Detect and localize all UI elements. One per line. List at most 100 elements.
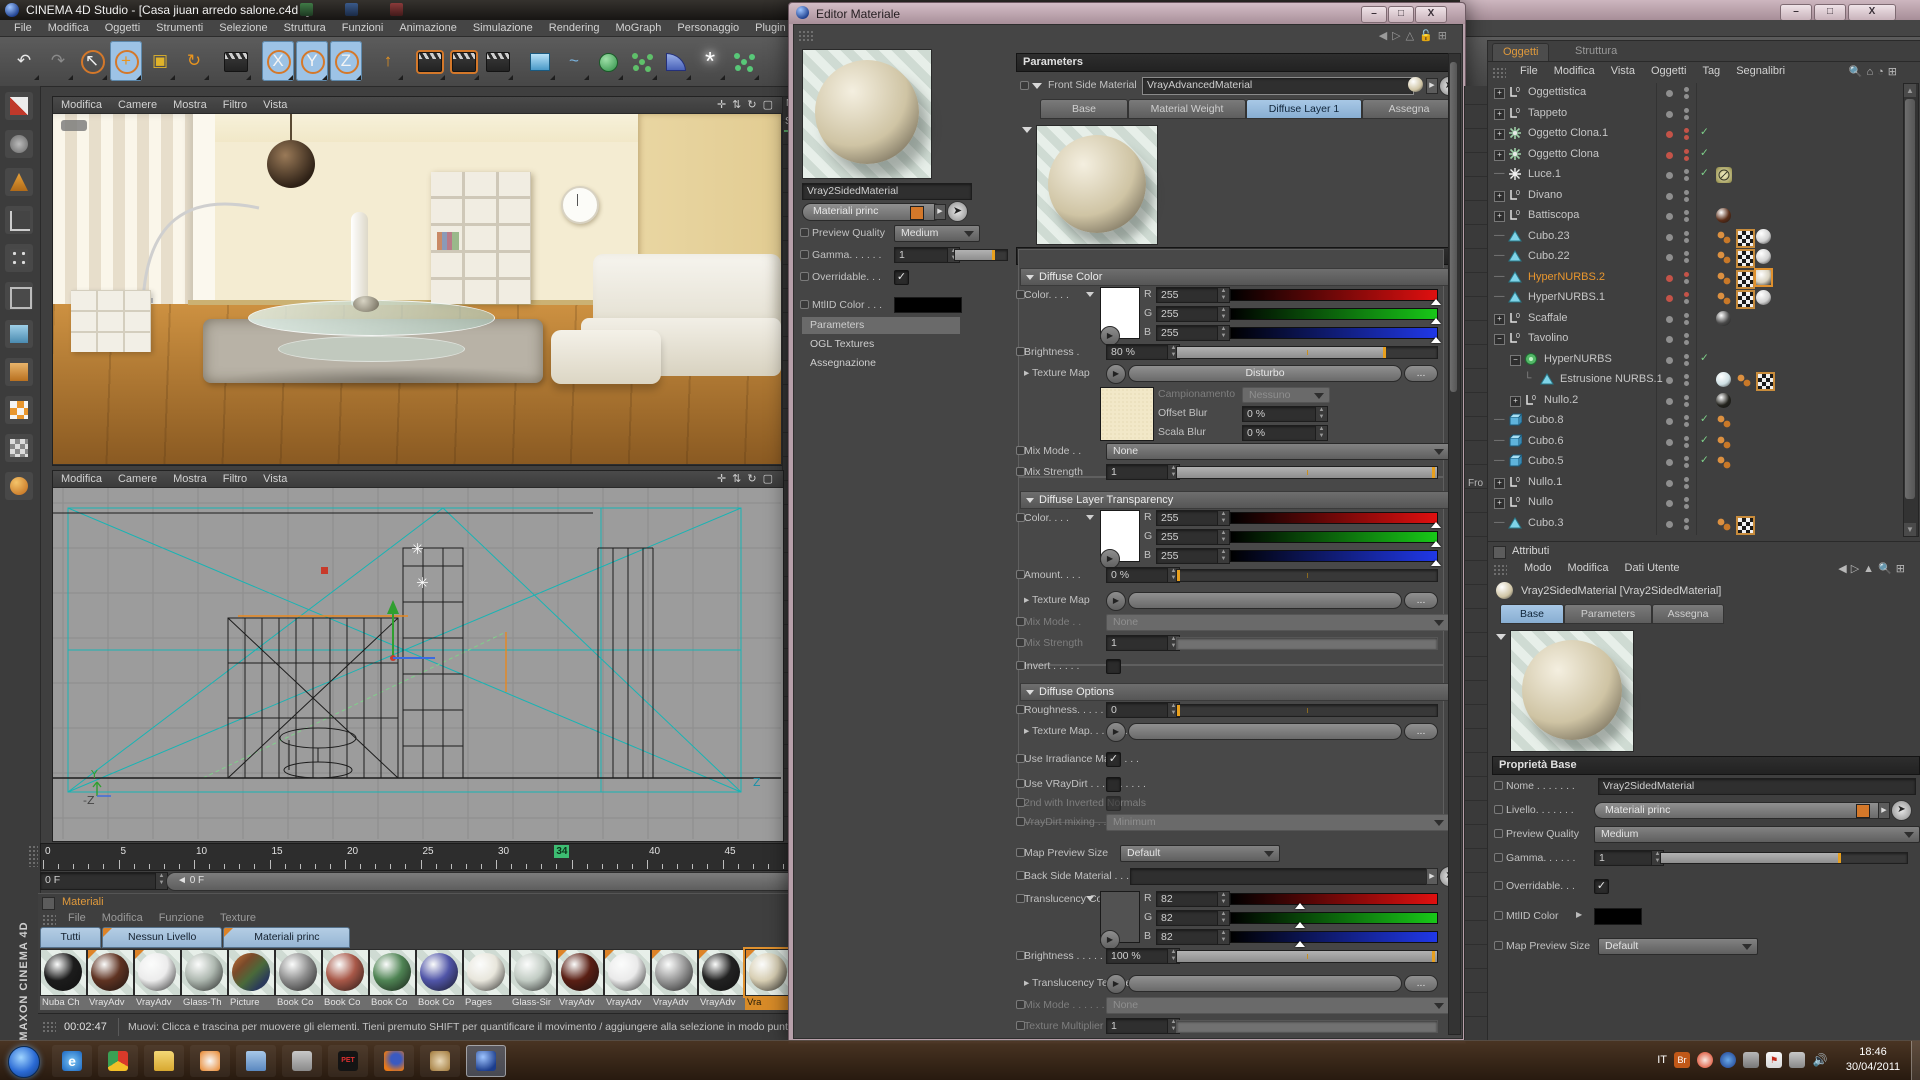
tree-row-tappeto[interactable]: +0Tappeto (1488, 104, 1898, 124)
menu-item-vista[interactable]: Vista (1603, 63, 1643, 79)
toolbar-coord-system-button[interactable]: ↑ (372, 41, 404, 81)
spinner-arrows-icon[interactable]: ▲▼ (1217, 307, 1229, 321)
attr-dropdown-map-preview-size[interactable]: Default (1598, 938, 1758, 955)
attributes-menu-grip[interactable] (1493, 564, 1507, 576)
palette-uvw-mode-button[interactable] (5, 434, 33, 462)
tree-row-nullo-2[interactable]: +0Nullo.2 (1488, 391, 1898, 411)
tree-row-cubo-8[interactable]: —Cubo.8✓ (1488, 411, 1898, 431)
enabled-check-icon[interactable]: ✓ (1700, 434, 1709, 446)
timeline-ruler[interactable]: 051015202530404534 (40, 843, 794, 871)
visibility-dot-bottom[interactable] (1684, 94, 1689, 99)
editor-tab-assegna[interactable]: Assegna (1362, 99, 1456, 119)
tray-flash-icon[interactable] (1720, 1052, 1736, 1068)
tree-row-oggettistica[interactable]: +0Oggettistica (1488, 83, 1898, 103)
visibility-dot-bottom[interactable] (1684, 176, 1689, 181)
show-desktop-button[interactable] (1911, 1041, 1920, 1080)
tree-row-hypernurbs-2[interactable]: —HyperNURBS.2 (1488, 268, 1898, 288)
attributes-tab-parameters[interactable]: Parameters (1564, 604, 1652, 624)
attr-field-nome[interactable]: Vray2SidedMaterial (1598, 778, 1916, 795)
main-close-button[interactable]: X (1848, 4, 1896, 21)
taskbar-app-folder-blue[interactable] (236, 1045, 276, 1077)
visibility-dot-top[interactable] (1684, 210, 1689, 215)
menu-item-strumenti[interactable]: Strumenti (148, 20, 211, 36)
materials-menu-grip[interactable] (42, 914, 56, 926)
value-field-texture-multiplier[interactable]: 1▲▼ (1106, 1018, 1180, 1034)
tree-row-hypernurbs[interactable]: −HyperNURBS✓ (1488, 350, 1898, 370)
texture-expand-button[interactable]: ▶ (1106, 974, 1126, 994)
taskbar-app-cinema4d[interactable] (466, 1045, 506, 1077)
toolbar-lock-z-button[interactable]: Z (330, 41, 362, 81)
visibility-dot-bottom[interactable] (1684, 463, 1689, 468)
texture-name-texture-map[interactable] (1128, 592, 1402, 609)
channel-field-R[interactable]: 82▲▼ (1156, 891, 1230, 907)
visibility-dot-top[interactable] (1684, 128, 1689, 133)
overridable-checkbox[interactable]: ✓ (894, 270, 909, 285)
menu-item-file[interactable]: File (1512, 63, 1546, 79)
phong-tag-icon[interactable] (1736, 372, 1752, 388)
collapse-triangle-icon[interactable] (1086, 515, 1094, 520)
menu-item-dati-utente[interactable]: Dati Utente (1617, 560, 1688, 576)
visibility-dot-bottom[interactable] (1684, 320, 1689, 325)
main-maximize-button[interactable]: □ (1814, 4, 1846, 21)
dropdown-map-preview-size[interactable]: Default (1120, 845, 1280, 862)
texture-browse-button[interactable]: ... (1404, 592, 1438, 609)
uvw-tag-icon[interactable] (1736, 270, 1755, 289)
tree-expander-icon[interactable]: + (1494, 150, 1505, 161)
material-thumb[interactable] (322, 949, 369, 996)
material-tag-icon[interactable] (1756, 229, 1771, 244)
menu-item-oggetti[interactable]: Oggetti (1643, 63, 1694, 79)
texture-name-texture-map[interactable] (1128, 723, 1402, 740)
timeline-grip[interactable] (28, 845, 38, 867)
collapse-triangle-icon[interactable] (1086, 896, 1094, 901)
menu-item-modifica[interactable]: Modifica (94, 910, 151, 926)
gradient-slider-R[interactable] (1230, 512, 1438, 524)
uvw-tag-icon[interactable] (1736, 229, 1755, 248)
menu-item-file[interactable]: File (60, 910, 94, 926)
layer-dot[interactable] (1666, 480, 1673, 487)
channel-field-R[interactable]: 255▲▼ (1156, 287, 1230, 303)
field-offset-blur[interactable]: 0 %▲▼ (1242, 406, 1328, 422)
tree-row-cubo-3[interactable]: —Cubo.3 (1488, 514, 1898, 534)
visibility-dot-bottom[interactable] (1684, 422, 1689, 427)
materials-tab-tutti[interactable]: Tutti (40, 927, 101, 948)
palette-points-mode-button[interactable] (5, 244, 33, 272)
tree-row-divano[interactable]: +0Divano (1488, 186, 1898, 206)
visibility-dot-bottom[interactable] (1684, 279, 1689, 284)
material-thumb[interactable] (228, 949, 275, 996)
tree-row-nullo[interactable]: +0Nullo (1488, 493, 1898, 513)
editor-maximize-button[interactable]: □ (1388, 6, 1414, 23)
timeline-current-marker[interactable]: 34 (554, 845, 569, 858)
taskbar-app-folder[interactable] (144, 1045, 184, 1077)
menu-item-vista[interactable]: Vista (255, 471, 295, 487)
palette-object-axis-button[interactable] (5, 206, 33, 234)
slider-brightness[interactable] (1176, 346, 1438, 359)
material-thumb[interactable] (181, 949, 228, 996)
viewport-nav-icons[interactable]: ✛⇅↻▢ (717, 472, 779, 485)
value-field-mix-strength[interactable]: 1▲▼ (1106, 635, 1180, 651)
tree-row-nullo-1[interactable]: +0Nullo.1 (1488, 473, 1898, 493)
texture-browse-button[interactable]: ... (1404, 975, 1438, 992)
anim-dot[interactable] (1494, 829, 1503, 838)
attr-preview-collapse-icon[interactable] (1496, 634, 1506, 640)
spinner-arrows-icon[interactable]: ▲▼ (1217, 892, 1229, 906)
phong-tag-icon[interactable] (1716, 270, 1732, 286)
spinner-arrows-icon[interactable]: ▲▼ (1217, 326, 1229, 340)
menu-item-modo[interactable]: Modo (1516, 560, 1560, 576)
texture-expand-button[interactable]: ▶ (1106, 591, 1126, 611)
channel-field-B[interactable]: 82▲▼ (1156, 929, 1230, 945)
menu-item-texture[interactable]: Texture (212, 910, 264, 926)
dropdown-mix-mode[interactable]: None (1106, 997, 1450, 1014)
value-field-amount[interactable]: 0 %▲▼ (1106, 567, 1180, 583)
spinner-arrows-icon[interactable]: ▲▼ (1315, 426, 1327, 440)
visibility-dot-bottom[interactable] (1684, 484, 1689, 489)
gradient-marker-icon[interactable] (1295, 941, 1305, 947)
gradient-marker-icon[interactable] (1431, 299, 1441, 305)
toolbar-add-primitive-button[interactable] (524, 41, 556, 81)
gradient-marker-icon[interactable] (1431, 318, 1441, 324)
editor-tab-material-weight[interactable]: Material Weight (1128, 99, 1246, 119)
tray-usb-safely-remove-icon[interactable] (1743, 1052, 1759, 1068)
tree-row-scaffale[interactable]: +0Scaffale (1488, 309, 1898, 329)
menu-item-animazione[interactable]: Animazione (391, 20, 464, 36)
collapse-triangle-icon[interactable] (1086, 292, 1094, 297)
slider-mix-strength[interactable] (1176, 466, 1438, 479)
